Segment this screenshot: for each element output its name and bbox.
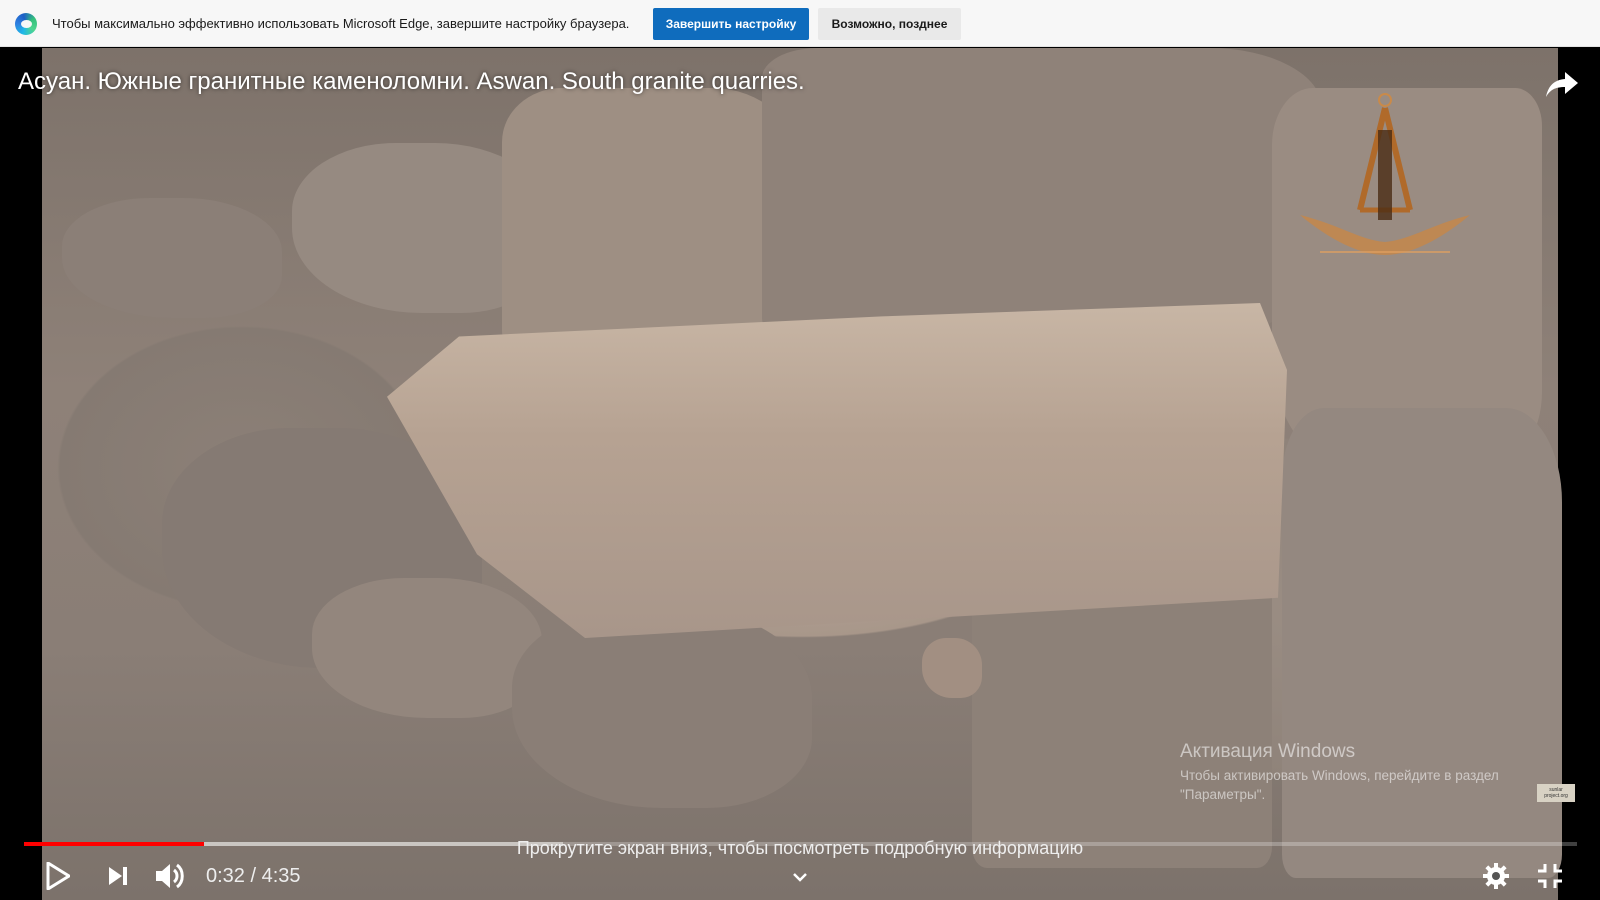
rock xyxy=(1282,408,1562,878)
video-title[interactable]: Асуан. Южные гранитные каменоломни. Aswa… xyxy=(18,68,805,96)
play-icon xyxy=(46,862,70,890)
windows-activation-watermark: Активация Windows Чтобы активировать Win… xyxy=(1180,741,1499,804)
finish-setup-button[interactable]: Завершить настройку xyxy=(653,8,809,40)
edge-setup-message: Чтобы максимально эффективно использоват… xyxy=(52,16,630,31)
time-display: 0:32 / 4:35 xyxy=(206,865,301,887)
volume-icon xyxy=(156,863,184,889)
rock xyxy=(762,48,1322,348)
volume-button[interactable] xyxy=(150,858,190,894)
edge-logo-icon xyxy=(15,13,37,35)
progress-played xyxy=(24,842,205,846)
next-button[interactable] xyxy=(100,858,136,894)
windows-activation-line1: Чтобы активировать Windows, перейдите в … xyxy=(1180,768,1499,783)
video-player[interactable]: Асуан. Южные гранитные каменоломни. Aswa… xyxy=(0,48,1600,900)
rock xyxy=(512,608,812,808)
channel-logo xyxy=(1300,93,1470,255)
chevron-down-icon[interactable] xyxy=(792,872,808,882)
exit-fullscreen-icon xyxy=(1538,864,1562,888)
rock xyxy=(922,638,982,698)
edge-setup-bar: Чтобы максимально эффективно использоват… xyxy=(0,0,1600,47)
gear-icon xyxy=(1483,863,1509,889)
settings-button[interactable] xyxy=(1476,858,1516,894)
exit-fullscreen-button[interactable] xyxy=(1530,858,1570,894)
play-button[interactable] xyxy=(40,858,76,894)
corner-watermark: sunlar project.org xyxy=(1537,784,1575,802)
scroll-hint[interactable]: Прокрутите экран вниз, чтобы посмотреть … xyxy=(440,838,1160,859)
windows-activation-title: Активация Windows xyxy=(1180,741,1356,762)
next-track-icon xyxy=(109,867,127,885)
granite-sarcophagus xyxy=(387,303,1287,638)
maybe-later-button[interactable]: Возможно, позднее xyxy=(818,8,961,40)
rock xyxy=(312,578,542,718)
windows-activation-line2: "Параметры". xyxy=(1180,787,1266,802)
share-arrow-icon[interactable] xyxy=(1545,70,1579,98)
rock xyxy=(62,198,282,318)
rock xyxy=(502,88,802,358)
